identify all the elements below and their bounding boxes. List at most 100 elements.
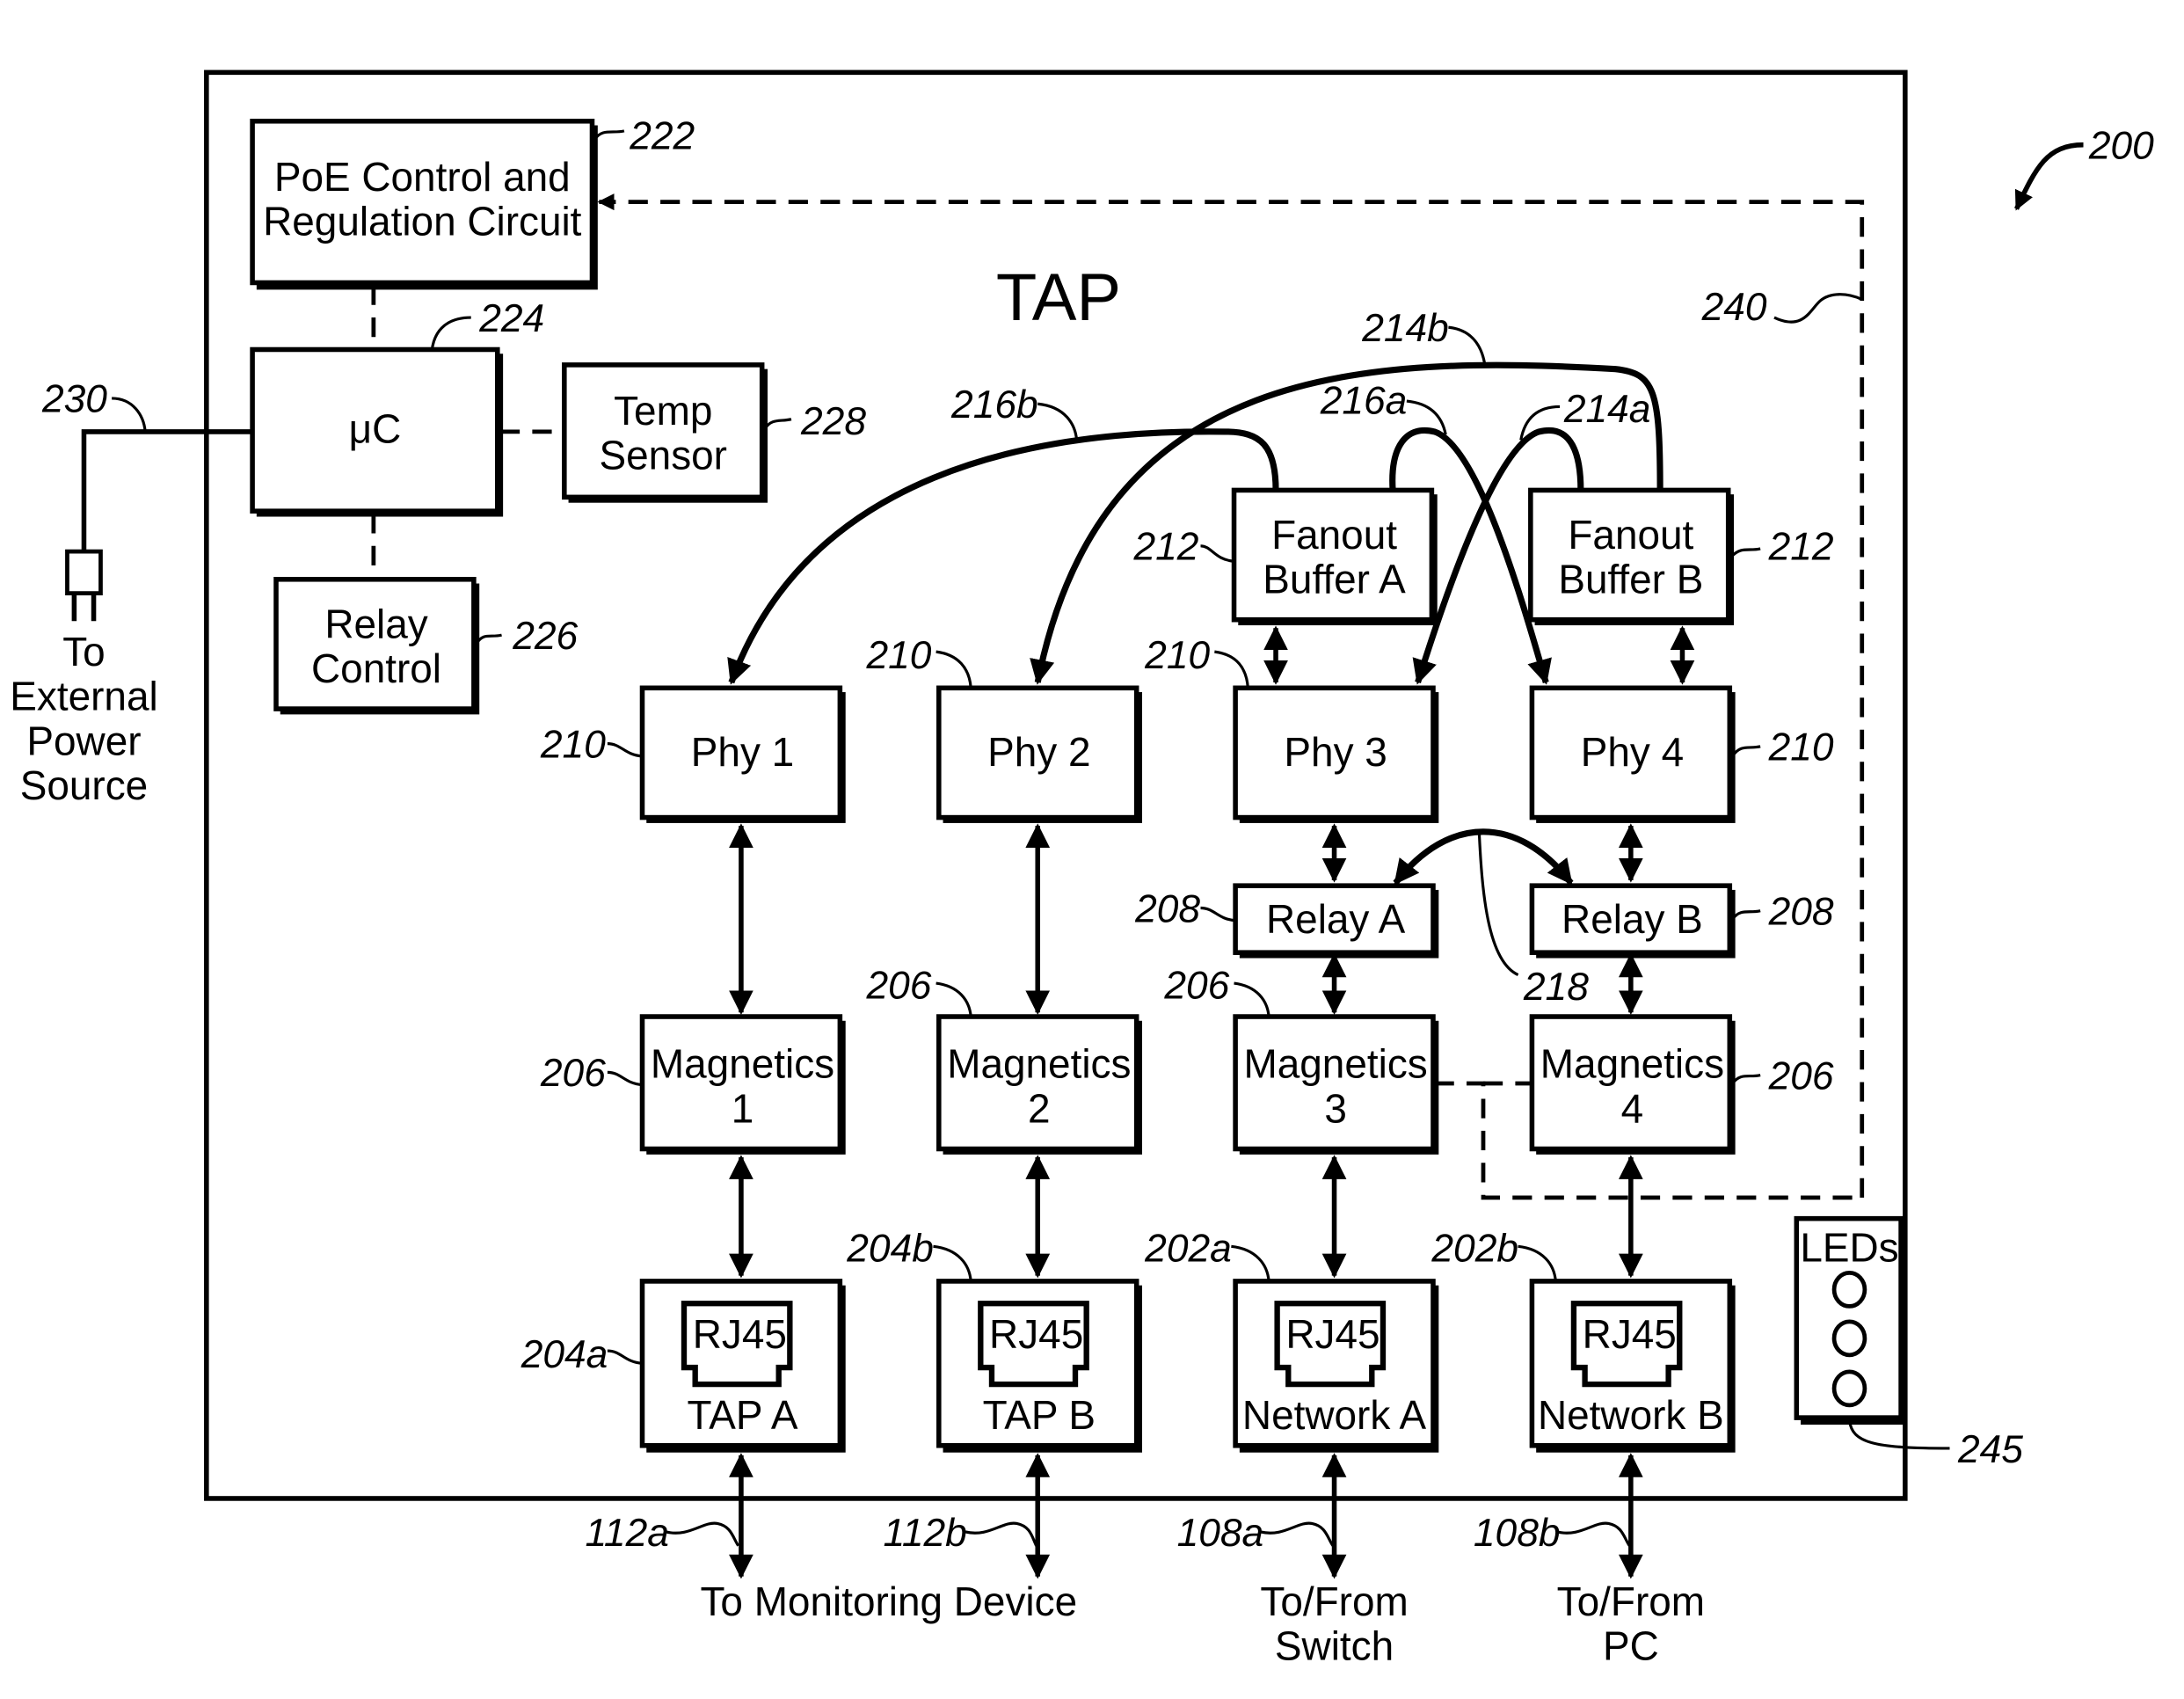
leader-108a bbox=[1260, 1521, 1335, 1547]
dest-switch-line2: Switch bbox=[1275, 1623, 1394, 1669]
relay-control-label-line1: Relay bbox=[324, 601, 427, 646]
ref-204a: 204a bbox=[521, 1333, 608, 1376]
magnetics-2: Magnetics 2 206 bbox=[865, 964, 1143, 1155]
ref-228: 228 bbox=[800, 400, 866, 443]
leader-206-4 bbox=[1731, 1073, 1761, 1085]
leader-202a bbox=[1231, 1244, 1270, 1282]
leader-240 bbox=[1773, 293, 1863, 324]
leader-112a bbox=[666, 1521, 740, 1547]
ref-206-2: 206 bbox=[865, 964, 931, 1007]
relay-b: Relay B 208 bbox=[1529, 883, 1834, 959]
dest-monitoring-device: To Monitoring Device bbox=[700, 1579, 1077, 1624]
magnetics-2-label-line2: 2 bbox=[1028, 1085, 1051, 1131]
leader-230 bbox=[112, 397, 147, 433]
power-label-line4: Source bbox=[20, 762, 148, 808]
leader-208-b bbox=[1731, 909, 1761, 921]
port-network-a-jack-label: RJ45 bbox=[1285, 1311, 1380, 1357]
leader-210-4 bbox=[1731, 745, 1761, 757]
ref-218: 218 bbox=[1523, 966, 1589, 1009]
port-tap-b-jack-label: RJ45 bbox=[989, 1311, 1083, 1357]
power-label-line3: Power bbox=[26, 718, 141, 763]
leader-214b bbox=[1448, 325, 1487, 364]
ref-210-4: 210 bbox=[1768, 726, 1834, 769]
power-label-line1: To bbox=[62, 629, 105, 674]
fanout-b-label-line2: Buffer B bbox=[1558, 557, 1703, 602]
leader-204a bbox=[607, 1349, 643, 1365]
ref-216b: 216b bbox=[950, 383, 1038, 427]
ref-224: 224 bbox=[478, 297, 544, 340]
ref-202b: 202b bbox=[1431, 1228, 1518, 1271]
fanout-buffer-b: Fanout Buffer B 212 bbox=[1528, 487, 1834, 626]
leader-206-3 bbox=[1234, 981, 1270, 1017]
fanout-arcs: 216b 214b 216a 214a bbox=[727, 307, 1663, 685]
phy-4: Phy 4 210 bbox=[1529, 685, 1834, 823]
ref-210-1: 210 bbox=[540, 723, 606, 766]
leader-108b bbox=[1556, 1521, 1631, 1547]
ref-208-b: 208 bbox=[1768, 891, 1834, 934]
dest-pc-line1: To/From bbox=[1557, 1579, 1705, 1624]
ref-212-b: 212 bbox=[1768, 526, 1834, 569]
microcontroller-block: μC 224 bbox=[250, 297, 544, 517]
ref-216a: 216a bbox=[1320, 379, 1408, 422]
relay-b-label: Relay B bbox=[1562, 896, 1703, 942]
leader-202b bbox=[1518, 1244, 1557, 1282]
port-tap-a-jack-label: RJ45 bbox=[693, 1311, 787, 1357]
port-network-b: RJ45 Network B 202b bbox=[1431, 1228, 1736, 1453]
plug-icon bbox=[65, 549, 103, 595]
fanout-b-label-line1: Fanout bbox=[1568, 512, 1693, 558]
ref-108a: 108a bbox=[1177, 1512, 1264, 1555]
ref-214b: 214b bbox=[1361, 307, 1449, 350]
external-power-plug: 230 To External Power Source bbox=[10, 378, 253, 808]
phy-3-label: Phy 3 bbox=[1284, 729, 1387, 775]
relay-control-label-line2: Control bbox=[311, 645, 441, 691]
ref-208-a: 208 bbox=[1134, 887, 1200, 930]
port-tap-b: RJ45 TAP B 204b bbox=[846, 1228, 1143, 1453]
phy-3: Phy 3 210 bbox=[1144, 634, 1439, 823]
tap-block-diagram: 200 TAP 240 PoE Control and Regulation C… bbox=[10, 69, 2154, 1669]
ref-226: 226 bbox=[512, 615, 578, 658]
ref-212-a: 212 bbox=[1133, 526, 1199, 569]
port-tap-a: RJ45 TAP A 204a bbox=[521, 1279, 846, 1453]
magnetics-1-label-line2: 1 bbox=[732, 1085, 754, 1131]
dest-switch-line1: To/From bbox=[1260, 1579, 1408, 1624]
leader-210-1 bbox=[607, 742, 643, 758]
magnetics-1: Magnetics 1 206 bbox=[540, 1014, 846, 1155]
leader-212-b bbox=[1729, 547, 1761, 558]
relay-control-block: Relay Control 226 bbox=[273, 577, 579, 715]
ref-204b: 204b bbox=[846, 1228, 934, 1271]
led-icon bbox=[1831, 1369, 1867, 1408]
relay-a: Relay A 208 bbox=[1134, 883, 1439, 959]
figure-ref-label: 200 bbox=[2088, 125, 2154, 168]
ref-210-3: 210 bbox=[1144, 634, 1210, 677]
magnetics-4: Magnetics 4 206 bbox=[1529, 1014, 1834, 1155]
ref-112a: 112a bbox=[586, 1512, 669, 1555]
leader-228 bbox=[763, 418, 792, 430]
leader-206-2 bbox=[935, 981, 972, 1017]
figure-ref-arrow-icon bbox=[2014, 142, 2084, 211]
leader-226 bbox=[475, 633, 502, 645]
leader-210-2 bbox=[935, 650, 972, 689]
poe-label-line2: Regulation Circuit bbox=[263, 199, 582, 244]
tap-title: TAP bbox=[996, 260, 1121, 335]
magnetics-2-label-line1: Magnetics bbox=[947, 1041, 1131, 1087]
leader-204b bbox=[933, 1244, 972, 1282]
magnetics-3-label-line1: Magnetics bbox=[1244, 1041, 1428, 1087]
temp-sensor-block: Temp Sensor 228 bbox=[562, 362, 866, 503]
leader-208-a bbox=[1200, 906, 1236, 922]
temp-label-line2: Sensor bbox=[600, 433, 727, 478]
magnetics-4-label-line2: 4 bbox=[1621, 1085, 1644, 1131]
leds-label: LEDs bbox=[1800, 1225, 1898, 1271]
poe-label-line1: PoE Control and bbox=[274, 154, 571, 200]
ref-210-2: 210 bbox=[865, 634, 931, 677]
ref-214a: 214a bbox=[1563, 388, 1651, 431]
leader-218 bbox=[1477, 829, 1519, 976]
power-label-line2: External bbox=[10, 674, 157, 719]
port-tap-a-label: TAP A bbox=[688, 1392, 798, 1438]
leader-206-1 bbox=[607, 1070, 643, 1087]
led-icon bbox=[1831, 1319, 1867, 1358]
figure-ref-200: 200 bbox=[2014, 125, 2154, 211]
relay-a-label: Relay A bbox=[1266, 896, 1406, 942]
leds-block: LEDs 245 bbox=[1794, 1215, 2023, 1471]
port-network-a-label: Network A bbox=[1242, 1392, 1427, 1438]
magnetics-4-label-line1: Magnetics bbox=[1540, 1041, 1724, 1087]
